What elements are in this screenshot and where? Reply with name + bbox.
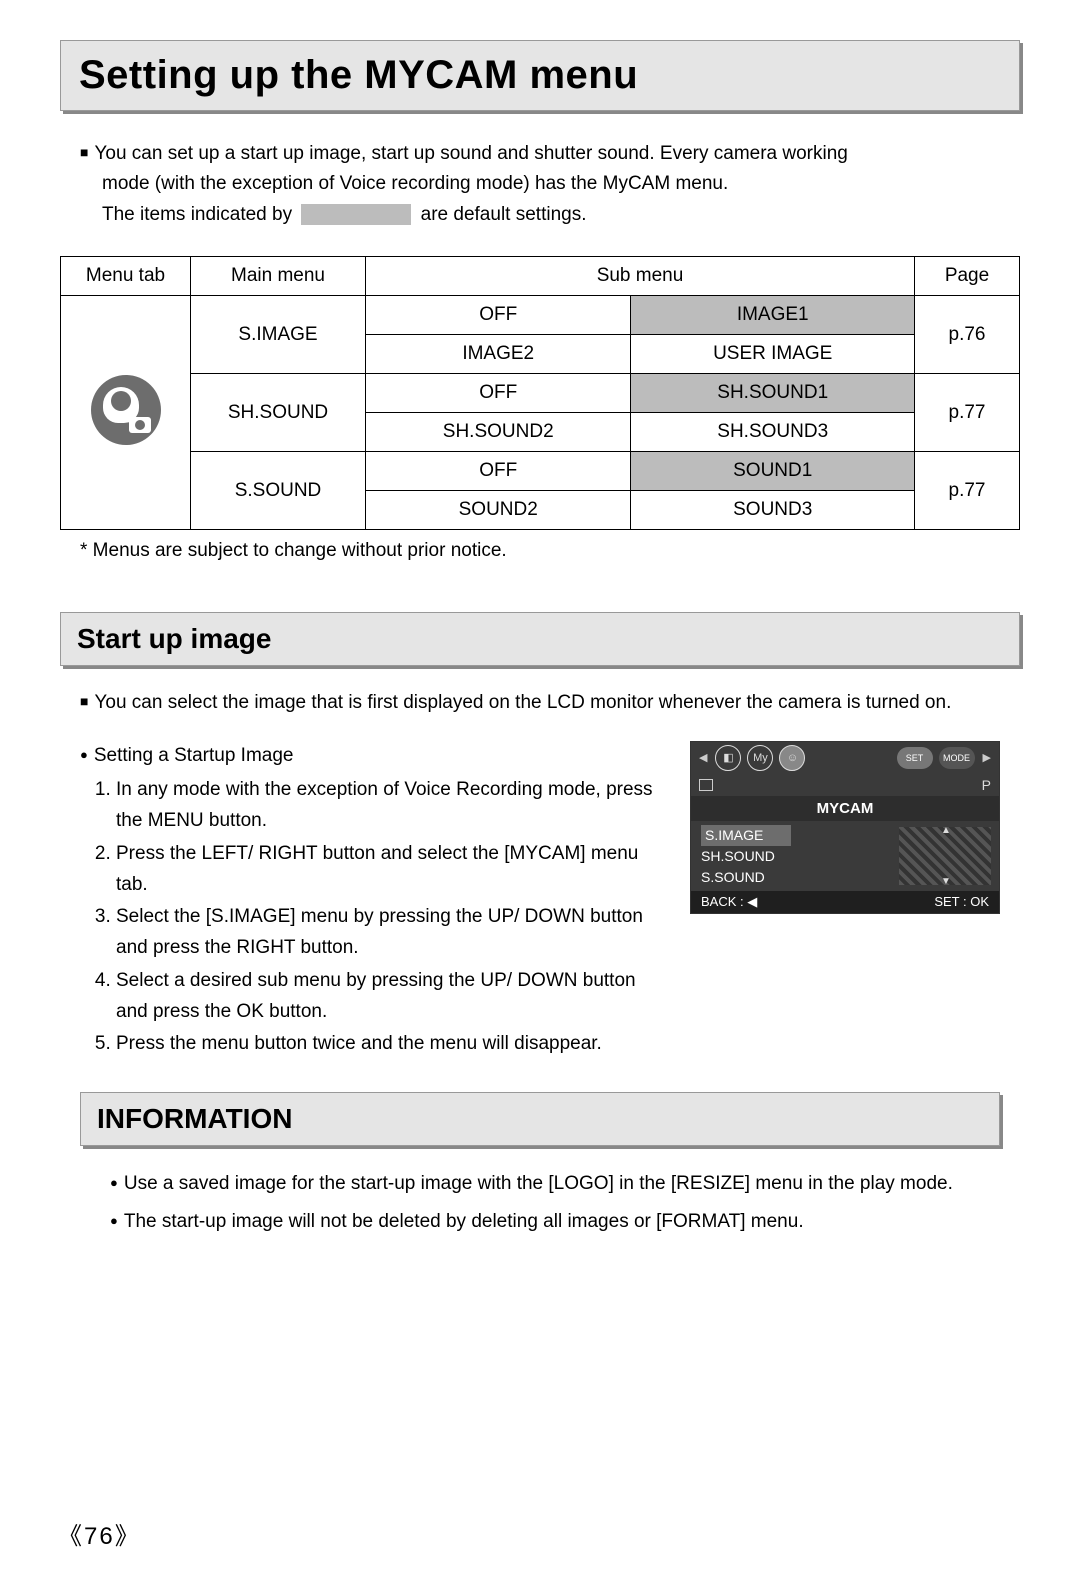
section-startup-image-bar: Start up image xyxy=(60,612,1020,666)
page-simage: p.76 xyxy=(915,296,1020,374)
cell: OFF xyxy=(366,296,631,335)
cell: SOUND3 xyxy=(631,491,915,530)
step-1: In any mode with the exception of Voice … xyxy=(116,775,666,837)
steps-heading: Setting a Startup Image xyxy=(94,745,294,766)
steps-block: Setting a Startup Image In any mode with… xyxy=(80,741,666,1063)
th-page: Page xyxy=(915,257,1020,296)
page-title-bar: Setting up the MYCAM menu xyxy=(60,40,1020,111)
cell: USER IMAGE xyxy=(631,335,915,374)
th-menutab: Menu tab xyxy=(61,257,191,296)
cell: SH.SOUND2 xyxy=(366,413,631,452)
arrow-left-icon: ◀ xyxy=(697,751,709,764)
bullet-round-icon xyxy=(80,745,94,766)
cell-default: SH.SOUND1 xyxy=(631,374,915,413)
cell-default: IMAGE1 xyxy=(631,296,915,335)
lcd-set-pill: SET xyxy=(897,747,933,769)
lcd-mode-p: P xyxy=(982,777,991,793)
page-title: Setting up the MYCAM menu xyxy=(79,53,1001,98)
cell: SH.SOUND3 xyxy=(631,413,915,452)
lcd-small-square-icon xyxy=(699,779,713,791)
lcd-icon-1: ◧ xyxy=(715,745,741,771)
cell: IMAGE2 xyxy=(366,335,631,374)
step-5: Press the menu button twice and the menu… xyxy=(116,1029,666,1060)
mycam-menu-table: Menu tab Main menu Sub menu Page S.IMAGE… xyxy=(60,256,1020,530)
information-title: INFORMATION xyxy=(97,1103,983,1135)
default-indicator-box xyxy=(301,204,411,225)
section-startup-image-title: Start up image xyxy=(77,623,1003,655)
lcd-menu-list: S.IMAGE SH.SOUND S.SOUND xyxy=(691,821,899,891)
info-item-2: The start-up image will not be deleted b… xyxy=(124,1211,804,1232)
intro-line1: You can set up a start up image, start u… xyxy=(94,143,847,164)
arrow-down-icon: ▼ xyxy=(941,876,951,887)
page-number: 《76》 xyxy=(58,1516,141,1551)
th-mainmenu: Main menu xyxy=(191,257,366,296)
intro-line2: mode (with the exception of Voice record… xyxy=(102,169,728,199)
cell: SOUND2 xyxy=(366,491,631,530)
lcd-back-label: BACK : ◀ xyxy=(701,894,757,910)
arrow-up-icon: ▲ xyxy=(941,825,951,836)
lcd-illustration: ◀ ◧ My ☺ SET MODE ▶ P MYCAM S.IMAGE SH.S… xyxy=(690,741,1000,914)
bullet-square-icon xyxy=(80,692,94,713)
cell-default: SOUND1 xyxy=(631,452,915,491)
page-shsound: p.77 xyxy=(915,374,1020,452)
intro-line3a: The items indicated by xyxy=(102,204,292,225)
arrow-right-icon: ▶ xyxy=(981,751,993,764)
menutab-cell xyxy=(61,296,191,530)
lcd-thumbnail: ▲ ▼ xyxy=(899,827,991,885)
step-2: Press the LEFT/ RIGHT button and select … xyxy=(116,839,666,901)
th-submenu: Sub menu xyxy=(366,257,915,296)
bullet-square-icon xyxy=(80,143,94,164)
information-list: Use a saved image for the start-up image… xyxy=(110,1168,980,1237)
main-ssound: S.SOUND xyxy=(191,452,366,530)
step-4: Select a desired sub menu by pressing th… xyxy=(116,966,666,1028)
lcd-icon-mycam: ☺ xyxy=(779,745,805,771)
lcd-setok-label: SET : OK xyxy=(934,894,989,910)
table-footnote: * Menus are subject to change without pr… xyxy=(80,540,1000,562)
step-3: Select the [S.IMAGE] menu by pressing th… xyxy=(116,902,666,964)
lcd-item-selected: S.IMAGE xyxy=(701,825,791,846)
lcd-icon-my: My xyxy=(747,745,773,771)
lcd-item: S.SOUND xyxy=(701,869,765,885)
information-bar: INFORMATION xyxy=(80,1092,1000,1146)
cell: OFF xyxy=(366,452,631,491)
section2-intro: You can select the image that is first d… xyxy=(80,688,1000,718)
lcd-mode-pill: MODE xyxy=(939,747,975,769)
mycam-tab-icon xyxy=(91,375,161,445)
lcd-title: MYCAM xyxy=(691,796,999,821)
bullet-round-icon xyxy=(110,1211,124,1232)
lcd-item: SH.SOUND xyxy=(701,848,775,864)
intro-line3b: are default settings. xyxy=(421,204,587,225)
bullet-round-icon xyxy=(110,1173,124,1194)
cell: OFF xyxy=(366,374,631,413)
main-shsound: SH.SOUND xyxy=(191,374,366,452)
intro-paragraph: You can set up a start up image, start u… xyxy=(80,139,1000,230)
main-simage: S.IMAGE xyxy=(191,296,366,374)
info-item-1: Use a saved image for the start-up image… xyxy=(124,1173,953,1194)
page-ssound: p.77 xyxy=(915,452,1020,530)
